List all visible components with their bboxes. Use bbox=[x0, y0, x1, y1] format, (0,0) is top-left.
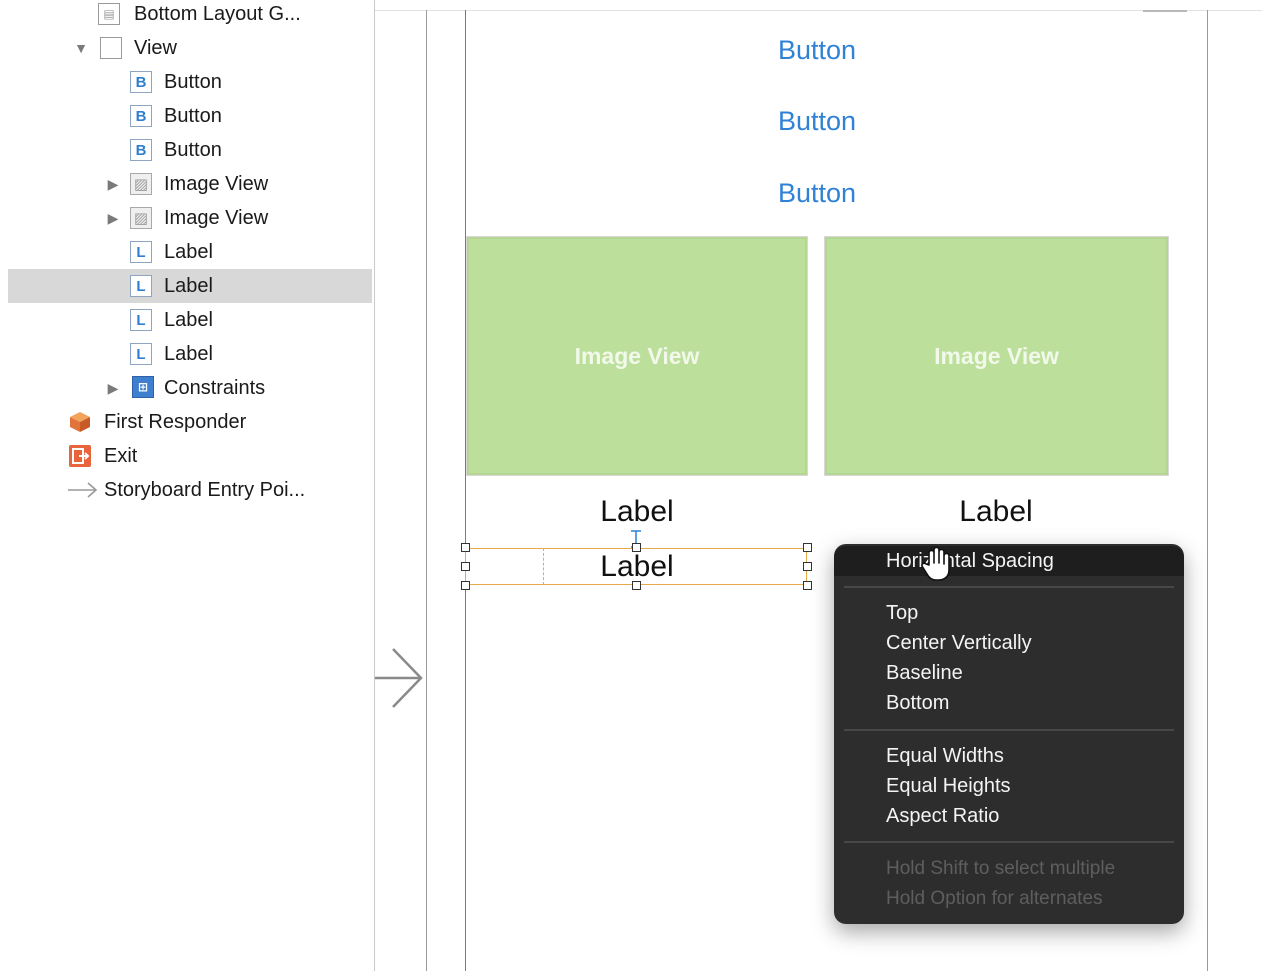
outline-item-label-row-selected[interactable]: L Label bbox=[8, 269, 372, 303]
menu-hint-option: Hold Option for alternates bbox=[886, 888, 1103, 909]
menu-separator bbox=[844, 586, 1174, 588]
label-icon: L bbox=[130, 343, 152, 365]
outline-item-label: Constraints bbox=[164, 376, 266, 399]
scene-image-view-right[interactable]: Image View bbox=[825, 237, 1168, 475]
resize-handle[interactable] bbox=[461, 543, 470, 552]
document-outline: ▤ Bottom Layout G... ▼ View B Button B B… bbox=[0, 0, 375, 971]
entry-arrow-icon bbox=[375, 648, 423, 708]
outline-item-label: Image View bbox=[164, 172, 269, 195]
outline-item-label-row[interactable]: L Label bbox=[8, 303, 372, 337]
outline-item-label: Storyboard Entry Poi... bbox=[104, 478, 306, 501]
outline-item-constraints[interactable]: ▶ ⊞ Constraints bbox=[8, 371, 372, 405]
outline-item-label: Label bbox=[164, 240, 213, 263]
disclosure-closed-icon[interactable]: ▶ bbox=[106, 381, 120, 395]
scene-image-view-left[interactable]: Image View bbox=[467, 237, 807, 475]
view-icon bbox=[100, 37, 122, 59]
scene-button[interactable]: Button bbox=[767, 178, 867, 208]
disclosure-open-icon[interactable]: ▼ bbox=[74, 41, 88, 55]
menu-separator bbox=[844, 841, 1174, 843]
menu-item-baseline[interactable]: Baseline bbox=[834, 658, 1184, 688]
resize-handle[interactable] bbox=[632, 543, 641, 552]
outline-item-label: Exit bbox=[104, 444, 138, 467]
layout-guide-icon: ▤ bbox=[98, 3, 120, 25]
menu-item-top[interactable]: Top bbox=[834, 598, 1184, 628]
outline-item-image-view[interactable]: ▶ ▨ Image View bbox=[8, 167, 372, 201]
menu-separator bbox=[844, 729, 1174, 731]
outline-item-first-responder[interactable]: First Responder bbox=[8, 405, 372, 439]
scene-border-left bbox=[426, 10, 427, 971]
outline-item-label: Label bbox=[164, 308, 213, 331]
exit-icon bbox=[69, 445, 91, 467]
label-icon: L bbox=[130, 241, 152, 263]
menu-item-center-vertically[interactable]: Center Vertically bbox=[834, 628, 1184, 658]
resize-handle[interactable] bbox=[632, 581, 641, 590]
image-view-placeholder: Image View bbox=[574, 342, 700, 369]
outline-item-label: Button bbox=[164, 104, 222, 127]
outline-item-label: Image View bbox=[164, 206, 269, 229]
outline-item-entry-point[interactable]: Storyboard Entry Poi... bbox=[8, 473, 372, 507]
resize-handle[interactable] bbox=[803, 543, 812, 552]
resize-handle[interactable] bbox=[461, 562, 470, 571]
button-icon: B bbox=[130, 139, 152, 161]
menu-item-horizontal-spacing[interactable]: Horizontal Spacing bbox=[834, 546, 1184, 576]
resize-handle[interactable] bbox=[803, 581, 812, 590]
outline-item-bottom-layout-guide[interactable]: ▤ Bottom Layout G... bbox=[8, 0, 372, 31]
image-view-placeholder: Image View bbox=[934, 342, 1059, 369]
label-icon: L bbox=[130, 309, 152, 331]
hand-cursor-icon bbox=[921, 546, 950, 581]
scene-label[interactable]: Label bbox=[896, 496, 1096, 528]
outline-item-label: First Responder bbox=[104, 410, 247, 433]
entry-point-icon bbox=[68, 482, 98, 498]
outline-item-label: View bbox=[134, 36, 177, 59]
outline-item-label: Bottom Layout G... bbox=[134, 2, 301, 25]
resize-handle[interactable] bbox=[803, 562, 812, 571]
selected-scene-label[interactable]: Label bbox=[537, 551, 737, 583]
disclosure-closed-icon[interactable]: ▶ bbox=[106, 177, 120, 191]
outline-item-button[interactable]: B Button bbox=[8, 65, 372, 99]
image-view-icon: ▨ bbox=[130, 207, 152, 229]
menu-item-bottom[interactable]: Bottom bbox=[834, 688, 1184, 718]
label-icon: L bbox=[130, 275, 152, 297]
first-responder-icon bbox=[70, 412, 90, 432]
outline-item-label: Label bbox=[164, 342, 213, 365]
constraints-icon: ⊞ bbox=[132, 376, 154, 398]
menu-item-equal-heights[interactable]: Equal Heights bbox=[834, 771, 1184, 801]
disclosure-closed-icon[interactable]: ▶ bbox=[106, 211, 120, 225]
outline-item-exit[interactable]: Exit bbox=[8, 439, 372, 473]
outline-item-view[interactable]: ▼ View bbox=[8, 31, 372, 65]
menu-hint-shift: Hold Shift to select multiple bbox=[886, 858, 1116, 879]
image-view-icon: ▨ bbox=[130, 173, 152, 195]
outline-item-label: Button bbox=[164, 70, 222, 93]
button-icon: B bbox=[130, 71, 152, 93]
layout-guide-line bbox=[465, 10, 466, 971]
outline-item-label: Button bbox=[164, 138, 222, 161]
menu-item-aspect-ratio[interactable]: Aspect Ratio bbox=[834, 801, 1184, 831]
scene-button[interactable]: Button bbox=[767, 106, 867, 136]
scene-corner-mark bbox=[1143, 10, 1187, 12]
outline-item-button[interactable]: B Button bbox=[8, 99, 372, 133]
outline-item-image-view[interactable]: ▶ ▨ Image View bbox=[8, 201, 372, 235]
outline-item-button[interactable]: B Button bbox=[8, 133, 372, 167]
canvas-top-rule bbox=[375, 10, 1262, 11]
scene-button[interactable]: Button bbox=[767, 35, 867, 65]
button-icon: B bbox=[130, 105, 152, 127]
scene-label[interactable]: Label bbox=[537, 496, 737, 528]
menu-item-equal-widths[interactable]: Equal Widths bbox=[834, 741, 1184, 771]
outline-item-label: Label bbox=[164, 274, 213, 297]
constraint-context-menu: Horizontal Spacing Top Center Vertically… bbox=[834, 544, 1184, 924]
outline-item-label-row[interactable]: L Label bbox=[8, 337, 372, 371]
outline-item-label-row[interactable]: L Label bbox=[8, 235, 372, 269]
scene-border-right bbox=[1207, 10, 1208, 971]
resize-handle[interactable] bbox=[461, 581, 470, 590]
